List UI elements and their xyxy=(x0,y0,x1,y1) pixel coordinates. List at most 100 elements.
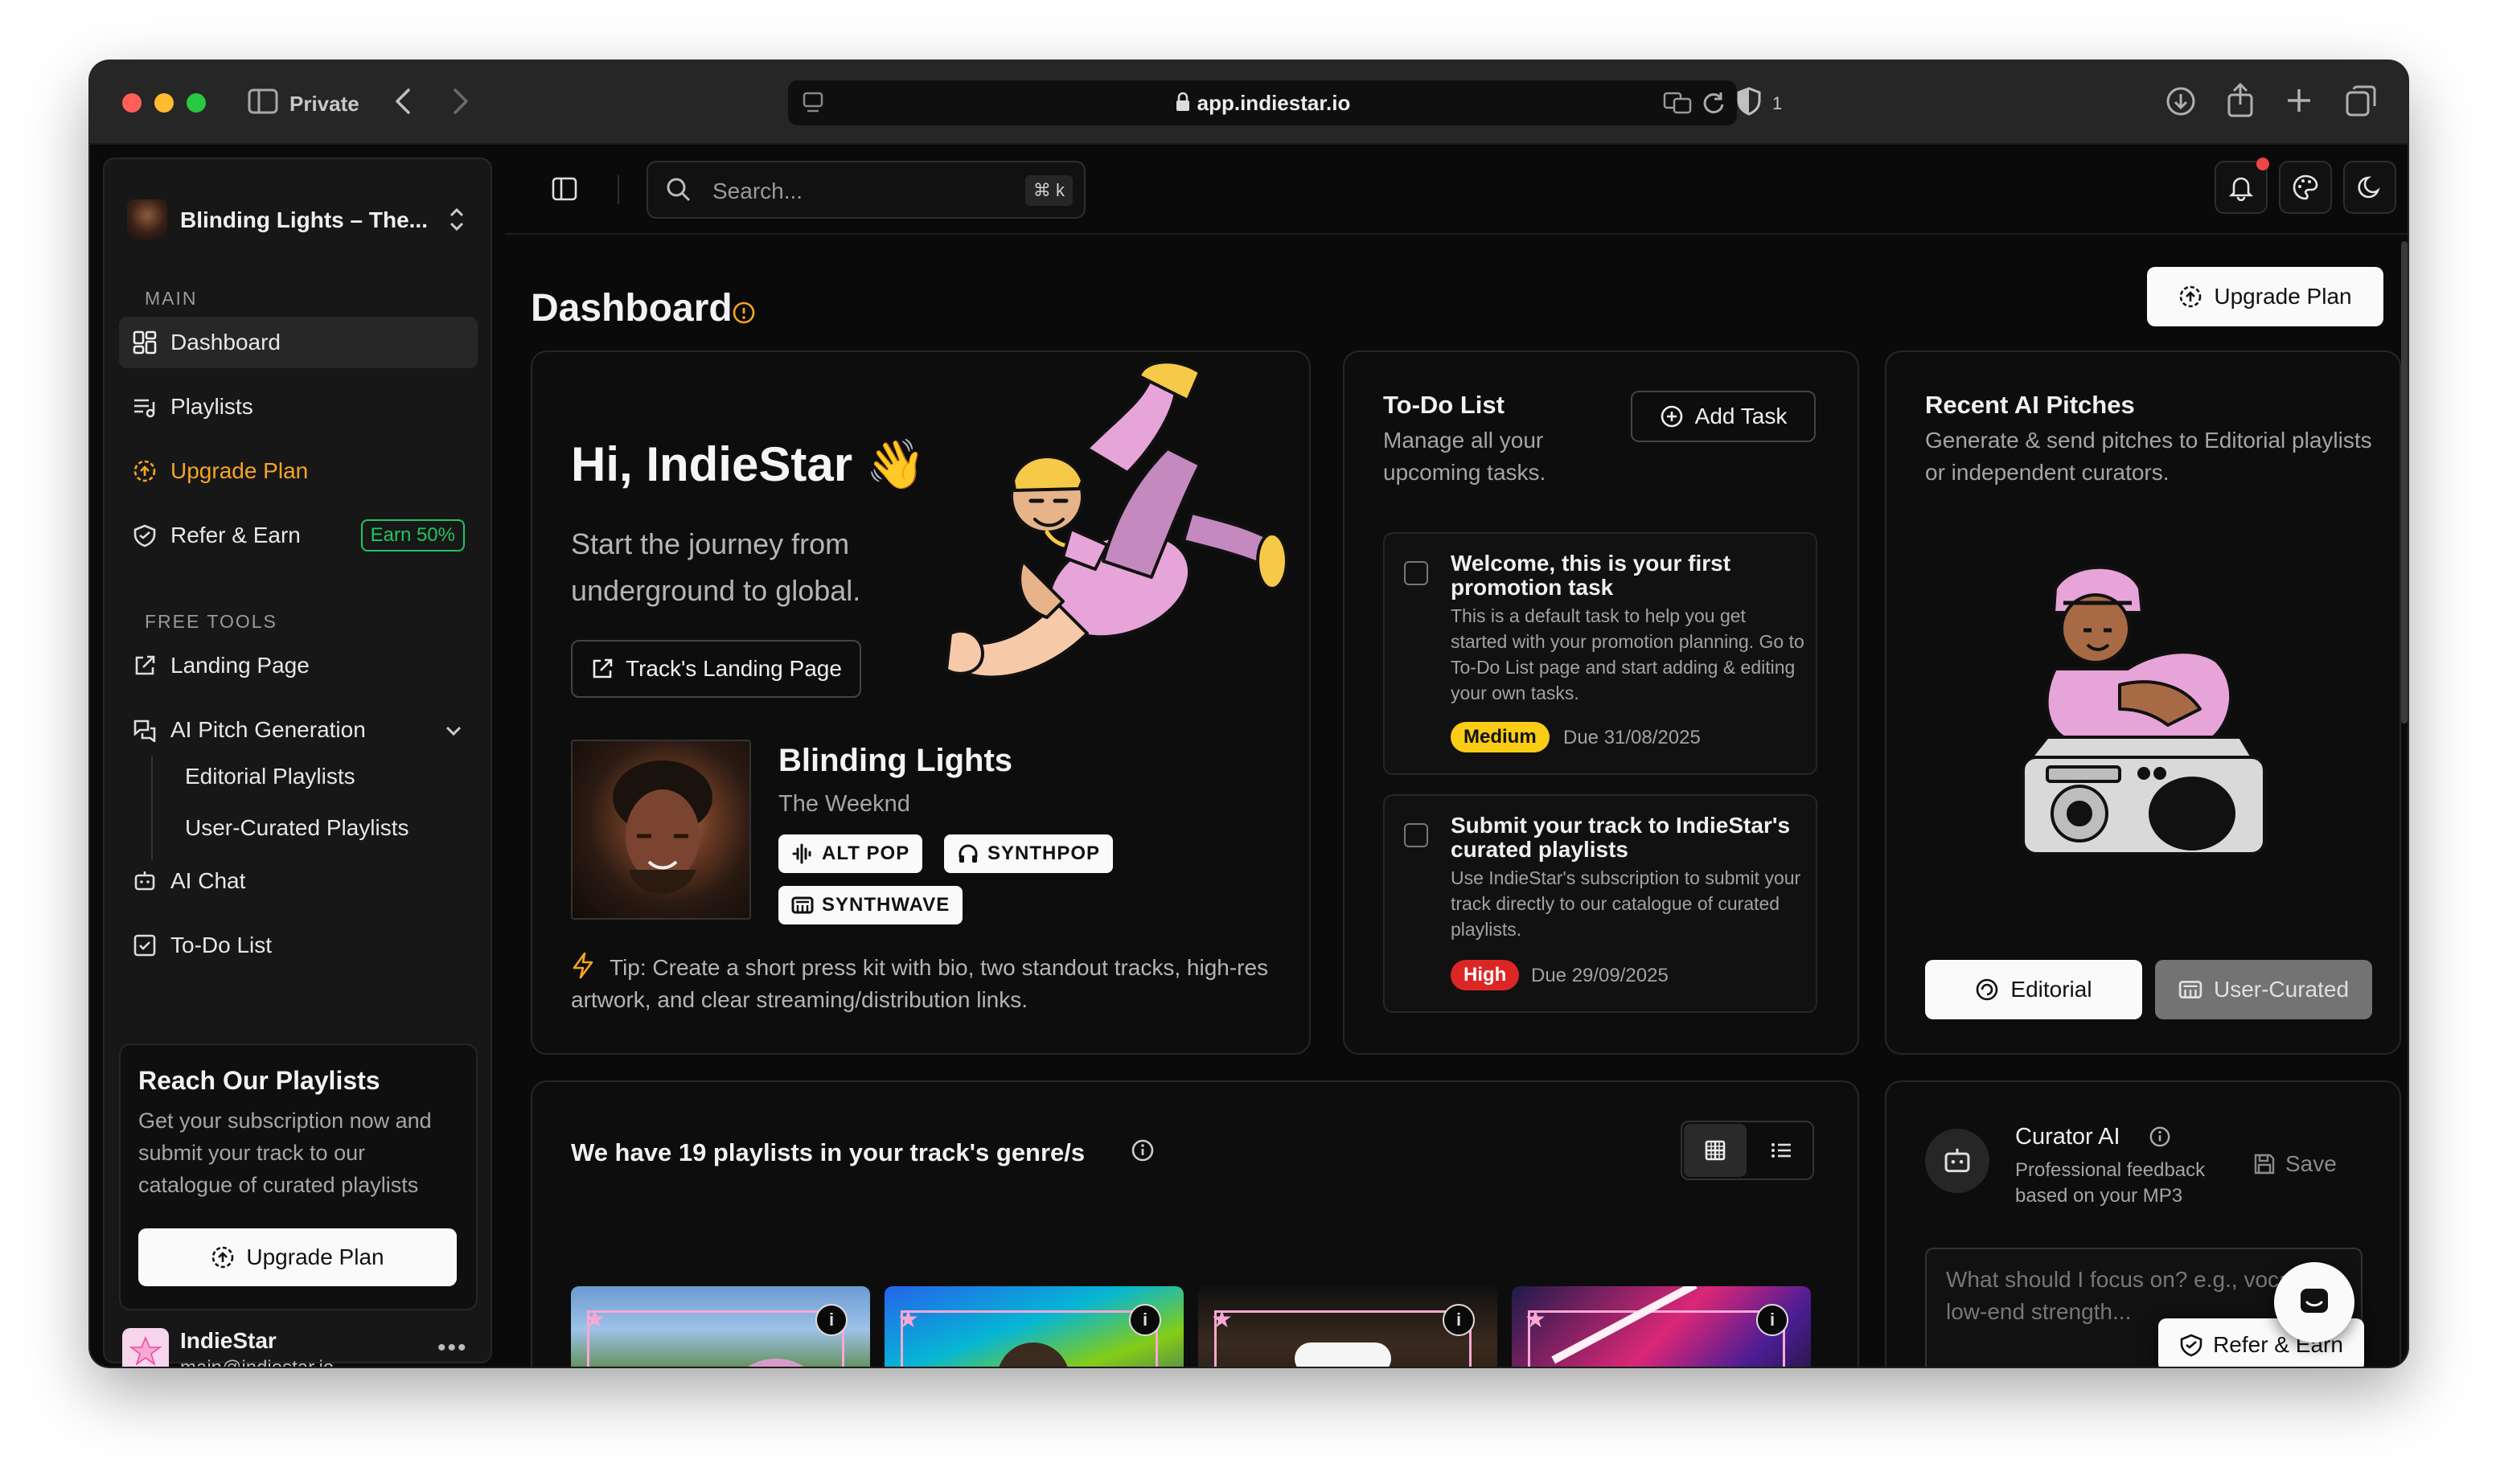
track-artist: The Weeknd xyxy=(778,791,910,817)
shield-icon[interactable] xyxy=(1737,87,1761,120)
url-text: app.indiestar.io xyxy=(788,91,1737,118)
promo-title: Reach Our Playlists xyxy=(138,1066,380,1095)
priority-badge: Medium xyxy=(1451,722,1550,752)
curator-save-button[interactable]: Save xyxy=(2253,1151,2337,1177)
task-item[interactable]: Welcome, this is your first promotion ta… xyxy=(1383,532,1817,775)
sidebar-item-label: Upgrade Plan xyxy=(170,458,309,483)
sidebar-item-label: AI Chat xyxy=(170,868,246,893)
playlist-thumbnail[interactable]: ★ i xyxy=(1512,1286,1811,1367)
sidebar-item-upgrade-plan[interactable]: Upgrade Plan xyxy=(119,445,478,497)
sidebar-item-ai-pitch[interactable]: AI Pitch Generation xyxy=(119,704,478,756)
sidebar-item-label: AI Pitch Generation xyxy=(170,717,366,742)
sidebar-item-playlists[interactable]: Playlists xyxy=(119,381,478,432)
theme-palette-button[interactable] xyxy=(2279,161,2332,214)
genre-label: SYNTHWAVE xyxy=(822,894,950,916)
browser-titlebar: Private app.indiestar.io 1 xyxy=(90,61,2408,145)
pitches-title: Recent AI Pitches xyxy=(1925,391,2135,419)
new-tab-icon[interactable] xyxy=(2285,87,2313,118)
address-bar[interactable]: app.indiestar.io xyxy=(788,80,1737,125)
sidebar-item-refer-earn[interactable]: Refer & Earn Earn 50% xyxy=(119,510,478,561)
grid-view-button[interactable] xyxy=(1684,1124,1747,1177)
sidebar-toggle-icon[interactable] xyxy=(248,88,278,118)
user-name: IndieStar xyxy=(180,1328,277,1353)
private-label: Private xyxy=(289,92,359,116)
playlist-thumbnail[interactable]: ★ i xyxy=(885,1286,1184,1367)
sidebar-item-user-curated-playlists[interactable]: User-Curated Playlists xyxy=(185,815,409,841)
info-icon[interactable]: i xyxy=(1443,1304,1475,1336)
add-task-button[interactable]: Add Task xyxy=(1631,391,1816,442)
info-icon[interactable]: i xyxy=(815,1304,848,1336)
playlist-thumbnail[interactable]: ★ i xyxy=(1198,1286,1497,1367)
list-icon xyxy=(1770,1139,1792,1162)
browser-window: Private app.indiestar.io 1 Blinding Ligh… xyxy=(90,61,2408,1367)
dark-mode-button[interactable] xyxy=(2343,161,2396,214)
sidebar-item-dashboard[interactable]: Dashboard xyxy=(119,317,478,368)
playlist-thumbnail[interactable]: ★ i xyxy=(571,1286,870,1367)
add-task-label: Add Task xyxy=(1694,404,1788,428)
view-toggle xyxy=(1681,1121,1814,1180)
promo-upgrade-button[interactable]: Upgrade Plan xyxy=(138,1228,457,1286)
task-checkbox[interactable] xyxy=(1404,823,1428,847)
upgrade-plan-button[interactable]: Upgrade Plan xyxy=(2147,267,2383,326)
project-avatar xyxy=(127,199,167,240)
bell-icon xyxy=(2227,174,2255,201)
pitches-subtitle: Generate & send pitches to Editorial pla… xyxy=(1925,428,2372,485)
info-icon[interactable]: i xyxy=(1129,1304,1161,1336)
user-curated-button[interactable]: User-Curated xyxy=(2155,960,2372,1019)
todo-card: To-Do List Manage all your upcoming task… xyxy=(1343,351,1859,1055)
forward-icon[interactable] xyxy=(452,87,470,120)
more-icon[interactable]: ••• xyxy=(437,1334,468,1362)
pitch-icon xyxy=(132,717,158,743)
zoom-window-button[interactable] xyxy=(187,93,206,113)
dj-illustration xyxy=(2007,564,2280,874)
playlist-icon xyxy=(132,394,158,420)
task-due-date: Due 31/08/2025 xyxy=(1563,727,1701,748)
project-switcher[interactable]: Blinding Lights – The... xyxy=(127,198,481,243)
genre-label: ALT POP xyxy=(822,842,910,864)
sidebar-item-editorial-playlists[interactable]: Editorial Playlists xyxy=(185,764,355,789)
sidebar-item-landing-page[interactable]: Landing Page xyxy=(119,640,478,691)
info-icon[interactable] xyxy=(2149,1125,2171,1152)
share-icon[interactable] xyxy=(2226,82,2255,121)
task-title: Welcome, this is your first promotion ta… xyxy=(1451,551,1731,600)
chat-launcher-button[interactable] xyxy=(2274,1262,2354,1343)
scrollbar[interactable] xyxy=(2401,241,2408,724)
sidebar-item-todo[interactable]: To-Do List xyxy=(119,920,478,971)
genre-label: SYNTHPOP xyxy=(987,842,1101,864)
sidebar-item-ai-chat[interactable]: AI Chat xyxy=(119,855,478,907)
download-icon[interactable] xyxy=(2165,85,2197,121)
back-icon[interactable] xyxy=(394,87,412,120)
user-profile[interactable]: IndieStar main@indiestar.io ••• xyxy=(122,1326,476,1367)
external-link-icon xyxy=(590,657,614,681)
task-item[interactable]: Submit your track to IndieStar's curated… xyxy=(1383,794,1817,1013)
translate-icon[interactable] xyxy=(1663,92,1692,118)
bot-icon xyxy=(132,868,158,894)
info-icon[interactable] xyxy=(1131,1138,1155,1166)
synth-icon xyxy=(791,894,814,916)
refer-icon xyxy=(132,523,158,548)
user-curated-label: User-Curated xyxy=(2213,977,2350,1002)
shield-count: 1 xyxy=(1772,93,1783,113)
notifications-button[interactable] xyxy=(2215,158,2269,214)
todo-title: To-Do List xyxy=(1383,391,1505,419)
task-checkbox[interactable] xyxy=(1404,561,1428,585)
info-icon[interactable] xyxy=(732,301,756,329)
info-icon[interactable]: i xyxy=(1756,1304,1788,1336)
tab-overview-icon[interactable] xyxy=(2345,85,2377,121)
editorial-label: Editorial xyxy=(2010,977,2092,1002)
album-cover-face xyxy=(613,760,712,894)
chevron-updown-icon xyxy=(447,206,466,237)
editorial-button[interactable]: Editorial xyxy=(1925,960,2142,1019)
minimize-window-button[interactable] xyxy=(154,93,174,113)
search-input[interactable]: Search... ⌘ k xyxy=(647,161,1086,219)
notification-dot xyxy=(2256,158,2269,170)
list-view-button[interactable] xyxy=(1750,1124,1812,1177)
grid-icon xyxy=(1704,1139,1726,1162)
landing-page-button[interactable]: Track's Landing Page xyxy=(571,640,861,698)
reload-icon[interactable] xyxy=(1702,90,1726,120)
sidebar-item-label: Landing Page xyxy=(170,653,310,678)
topbar: Search... ⌘ k xyxy=(505,145,2408,235)
panel-toggle-icon[interactable] xyxy=(552,177,577,205)
hero-tagline: Start the journey from underground to gl… xyxy=(571,527,861,607)
close-window-button[interactable] xyxy=(122,93,142,113)
